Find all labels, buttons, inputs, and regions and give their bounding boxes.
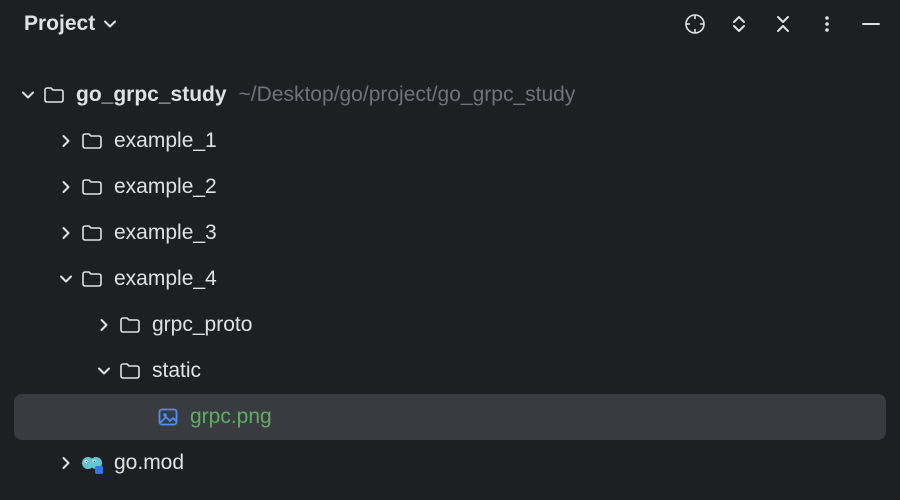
- tree-item-label: example_2: [114, 175, 217, 199]
- tree-file-go-mod[interactable]: go.mod: [14, 440, 886, 486]
- tree-root-row[interactable]: go_grpc_study ~/Desktop/go/project/go_gr…: [14, 72, 886, 118]
- folder-icon: [42, 83, 66, 107]
- more-options-icon[interactable]: [816, 13, 838, 35]
- select-opened-file-icon[interactable]: [684, 13, 706, 35]
- expand-all-icon[interactable]: [728, 13, 750, 35]
- chevron-down-icon[interactable]: [90, 364, 118, 378]
- chevron-down-icon: [103, 17, 117, 31]
- folder-icon: [80, 129, 104, 153]
- tree-folder-grpc-proto[interactable]: grpc_proto: [14, 302, 886, 348]
- tree-item-label: static: [152, 359, 201, 383]
- toolbar-actions: [684, 13, 882, 35]
- chevron-right-icon[interactable]: [52, 134, 80, 148]
- folder-icon: [80, 175, 104, 199]
- hide-panel-icon[interactable]: [860, 13, 882, 35]
- image-file-icon: [156, 405, 180, 429]
- folder-icon: [80, 221, 104, 245]
- chevron-right-icon[interactable]: [52, 180, 80, 194]
- collapse-all-icon[interactable]: [772, 13, 794, 35]
- tree-item-label: example_4: [114, 267, 217, 291]
- project-tree: go_grpc_study ~/Desktop/go/project/go_gr…: [0, 48, 900, 486]
- tree-root-path: ~/Desktop/go/project/go_grpc_study: [239, 83, 576, 107]
- project-title: Project: [24, 12, 95, 36]
- tree-item-label: go.mod: [114, 451, 184, 475]
- tree-folder-example-3[interactable]: example_3: [14, 210, 886, 256]
- project-title-dropdown[interactable]: Project: [24, 12, 117, 36]
- tree-folder-static[interactable]: static: [14, 348, 886, 394]
- chevron-right-icon[interactable]: [90, 318, 118, 332]
- tree-item-label: example_1: [114, 129, 217, 153]
- tree-file-grpc-png[interactable]: grpc.png: [14, 394, 886, 440]
- project-toolbar: Project: [0, 0, 900, 48]
- tree-item-label: grpc.png: [190, 405, 272, 429]
- tree-root-label: go_grpc_study: [76, 83, 227, 107]
- tree-folder-example-2[interactable]: example_2: [14, 164, 886, 210]
- go-file-icon: [80, 451, 104, 475]
- folder-icon: [80, 267, 104, 291]
- tree-item-label: example_3: [114, 221, 217, 245]
- chevron-right-icon[interactable]: [52, 456, 80, 470]
- folder-icon: [118, 313, 142, 337]
- chevron-right-icon[interactable]: [52, 226, 80, 240]
- tree-folder-example-1[interactable]: example_1: [14, 118, 886, 164]
- tree-folder-example-4[interactable]: example_4: [14, 256, 886, 302]
- folder-icon: [118, 359, 142, 383]
- chevron-down-icon[interactable]: [14, 88, 42, 102]
- tree-item-label: grpc_proto: [152, 313, 252, 337]
- chevron-down-icon[interactable]: [52, 272, 80, 286]
